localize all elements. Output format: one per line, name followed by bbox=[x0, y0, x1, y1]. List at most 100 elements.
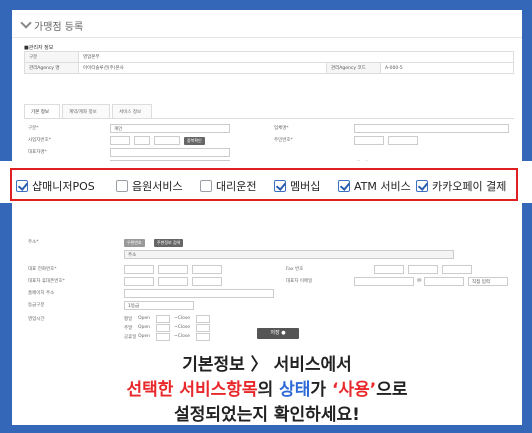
email-domain-input[interactable] bbox=[424, 277, 464, 286]
field-label: 주민번호* bbox=[274, 138, 293, 143]
mobile-input-1[interactable] bbox=[124, 277, 154, 286]
biz-number-input-2[interactable] bbox=[134, 136, 150, 145]
company-name-input[interactable] bbox=[354, 124, 509, 133]
form-row: 주소 bbox=[24, 249, 514, 260]
field-label: 대표자 휴대폰번호* bbox=[28, 279, 65, 284]
caption-line-3: 설정되었는지 확인하세요! bbox=[174, 405, 360, 425]
edit-icon bbox=[20, 17, 32, 29]
field-label: 대표자 이메일 bbox=[286, 279, 313, 284]
table-cell-value: 아이티솔루션(주)본사 bbox=[77, 62, 328, 74]
checkbox-checked-icon[interactable] bbox=[338, 179, 350, 192]
hours-open-input[interactable] bbox=[156, 324, 170, 332]
service-label: ATM 서비스 bbox=[354, 179, 411, 193]
hours-close-label: ~Close bbox=[174, 316, 191, 321]
duplicate-check-button[interactable]: 중복확인 bbox=[184, 137, 205, 145]
caption-line-1: 기본정보 〉 서비스에서 bbox=[12, 350, 522, 375]
phone-input-1[interactable] bbox=[124, 265, 154, 274]
address-input[interactable]: 주소 bbox=[124, 250, 454, 259]
mobile-input-3[interactable] bbox=[192, 277, 222, 286]
checkbox-unchecked-icon[interactable] bbox=[116, 179, 128, 192]
field-label: 대표자명* bbox=[28, 150, 47, 155]
service-selection-bar: 샵매니저POS 음원서비스 대리운전 멤버십 ATM 서비스 카카오페이 결제 bbox=[0, 161, 532, 203]
service-label: 샵매니저POS bbox=[32, 179, 95, 193]
hours-close-input[interactable] bbox=[196, 333, 210, 341]
service-music-checkbox[interactable]: 음원서비스 bbox=[116, 178, 183, 193]
form-row: 등급구분 1등급 bbox=[24, 300, 514, 311]
checkbox-checked-icon[interactable] bbox=[274, 179, 286, 192]
instruction-caption: 기본정보 〉 서비스에서 선택한 서비스항목의 상태가 ‘사용’으로 설정되었는… bbox=[12, 342, 522, 425]
email-domain-select[interactable]: 직접 입력 bbox=[468, 277, 508, 286]
mobile-input-2[interactable] bbox=[158, 277, 188, 286]
merchant-registration-panel: 가맹점 등록 ■관리자 정보 구분 영업본부 관리Agency 명 아이티솔루션… bbox=[12, 10, 522, 425]
field-label: 홈페이지 주소 bbox=[28, 291, 55, 296]
basic-info-form: 구분* 개인 업체명* 사업자번호* 중복확인 주민번호* 대표자명* VAN사… bbox=[24, 118, 514, 341]
form-row: 사업자번호* 중복확인 주민번호* bbox=[24, 135, 514, 146]
service-kakaopay-checkbox[interactable]: 카카오페이 결제 bbox=[416, 178, 506, 193]
form-row: 대표자명* bbox=[24, 147, 514, 158]
phone-input-2[interactable] bbox=[158, 265, 188, 274]
hours-open-label: Open bbox=[138, 325, 151, 330]
service-atm-checkbox[interactable]: ATM 서비스 bbox=[338, 178, 411, 193]
phone-input-3[interactable] bbox=[192, 265, 222, 274]
field-label: 영업시간 bbox=[28, 317, 45, 322]
representative-name-input[interactable] bbox=[110, 148, 230, 157]
service-highlight-box: 샵매니저POS 음원서비스 대리운전 멤버십 ATM 서비스 카카오페이 결제 bbox=[10, 168, 518, 201]
caption-arrow: 〉 bbox=[250, 355, 268, 375]
tab-basic-info[interactable]: 기본 정보 bbox=[24, 104, 60, 118]
hours-day-label: 평일 bbox=[124, 317, 133, 322]
hours-close-input[interactable] bbox=[196, 315, 210, 323]
checkbox-checked-icon[interactable] bbox=[416, 179, 428, 192]
checkbox-unchecked-icon[interactable] bbox=[200, 179, 212, 192]
resident-number-input-2[interactable] bbox=[388, 136, 418, 145]
caption-text: 서비스에서 bbox=[273, 355, 352, 375]
zipcode-button[interactable]: 우편번호 bbox=[124, 239, 145, 247]
hours-day-label: 주말 bbox=[124, 326, 133, 331]
resident-number-input-1[interactable] bbox=[354, 136, 384, 145]
type-select[interactable]: 개인 bbox=[110, 124, 230, 133]
tab-contract-account[interactable]: 계약/계좌 정보 bbox=[62, 104, 110, 118]
table-row: 관리Agency 명 아이티솔루션(주)본사 관리Agency 코드 A-000… bbox=[24, 62, 514, 74]
service-pos-checkbox[interactable]: 샵매니저POS bbox=[16, 178, 95, 193]
service-driver-checkbox[interactable]: 대리운전 bbox=[200, 178, 256, 193]
field-label: 등급구분 bbox=[28, 303, 45, 308]
grade-select[interactable]: 1등급 bbox=[124, 301, 194, 310]
tab-service-info[interactable]: 서비스 정보 bbox=[112, 104, 152, 118]
save-button[interactable]: 저장 ● bbox=[257, 328, 299, 339]
caption-highlight-red: ‘사용’ bbox=[331, 380, 377, 400]
caption-line-2: 선택한 서비스항목의 상태가 ‘사용’으로 bbox=[12, 375, 522, 400]
field-label: 업체명* bbox=[274, 126, 289, 131]
form-row: 대표자 휴대폰번호* 대표자 이메일 @ 직접 입력 bbox=[24, 276, 514, 287]
title-bar: 가맹점 등록 bbox=[12, 10, 522, 38]
service-membership-checkbox[interactable]: 멤버십 bbox=[274, 178, 320, 193]
checkbox-checked-icon[interactable] bbox=[16, 179, 28, 192]
form-row: 홈페이지 주소 bbox=[24, 288, 514, 299]
caption-highlight-blue: 상태 bbox=[279, 380, 311, 400]
hours-close-label: ~Close bbox=[174, 334, 191, 339]
field-label: 구분* bbox=[28, 126, 39, 131]
fax-input-2[interactable] bbox=[408, 265, 438, 274]
fax-input-3[interactable] bbox=[442, 265, 472, 274]
field-label: Fax 번호 bbox=[286, 267, 304, 272]
fax-input-1[interactable] bbox=[374, 265, 404, 274]
email-id-input[interactable] bbox=[354, 277, 414, 286]
caption-text: 기본정보 bbox=[182, 355, 245, 375]
homepage-input[interactable] bbox=[124, 289, 274, 298]
hours-close-input[interactable] bbox=[196, 324, 210, 332]
biz-number-input-1[interactable] bbox=[110, 136, 130, 145]
email-at-sign: @ bbox=[417, 278, 422, 283]
address-search-button[interactable]: 주변정보 검색 bbox=[154, 239, 184, 247]
hours-open-input[interactable] bbox=[156, 333, 170, 341]
hours-open-input[interactable] bbox=[156, 315, 170, 323]
form-row: 구분* 개인 업체명* bbox=[24, 123, 514, 134]
field-label: 주소* bbox=[28, 240, 39, 245]
table-cell-label: 관리Agency 코드 bbox=[326, 62, 382, 74]
service-label: 대리운전 bbox=[216, 179, 257, 193]
table-cell-value: A-000-5 bbox=[380, 62, 514, 74]
form-row: 주소* 우편번호 주변정보 검색 bbox=[24, 237, 514, 248]
table-cell-label: 구분 bbox=[24, 51, 79, 63]
biz-number-input-3[interactable] bbox=[154, 136, 180, 145]
caption-text: 의 bbox=[257, 380, 280, 400]
service-label: 음원서비스 bbox=[132, 179, 183, 193]
hours-open-label: Open bbox=[138, 334, 151, 339]
service-label: 카카오페이 결제 bbox=[432, 179, 507, 193]
